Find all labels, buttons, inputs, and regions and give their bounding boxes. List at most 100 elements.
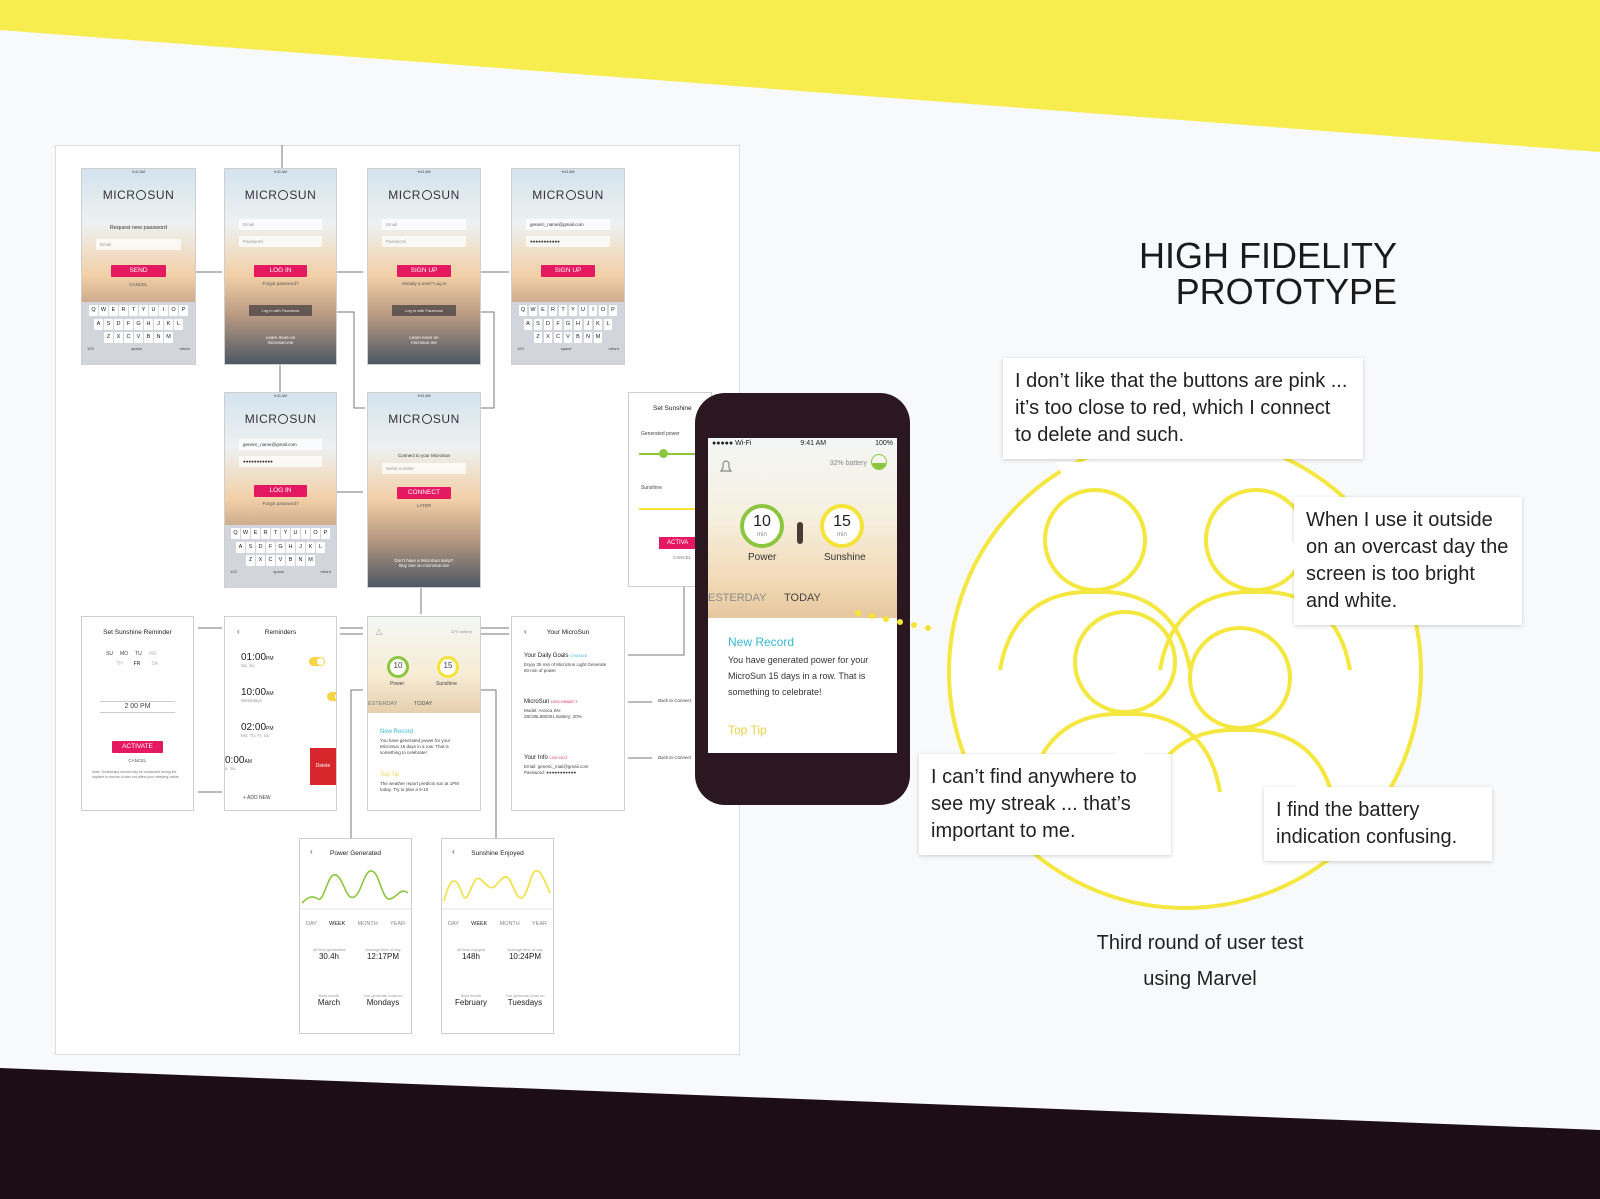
reminder-toggle[interactable] <box>326 692 336 701</box>
key[interactable]: C <box>124 332 133 343</box>
key[interactable]: A <box>523 318 533 330</box>
cancel-link[interactable]: CANCEL <box>82 758 193 763</box>
day-selector-row-1[interactable]: SU MO TU WE <box>106 651 183 657</box>
key[interactable]: Y <box>281 528 290 539</box>
tab-year[interactable]: YEAR <box>390 921 405 927</box>
key[interactable]: G <box>563 318 573 330</box>
key[interactable]: X <box>543 332 553 343</box>
range-tabs[interactable]: DAY WEEK MONTH YEAR <box>306 921 405 927</box>
key[interactable]: G <box>134 318 143 330</box>
password-field[interactable]: ●●●●●●●●●●● <box>526 236 610 247</box>
key[interactable]: G <box>276 541 285 553</box>
key[interactable]: U <box>578 305 588 316</box>
key[interactable]: S <box>104 318 113 330</box>
key[interactable]: A <box>236 541 245 553</box>
tab-week[interactable]: WEEK <box>471 921 487 927</box>
logout-link[interactable]: LOG OUT <box>549 755 567 760</box>
key[interactable]: E <box>109 305 118 316</box>
bell-icon[interactable]: △ <box>376 627 382 636</box>
key[interactable]: C <box>266 555 275 566</box>
key[interactable]: M <box>164 332 173 343</box>
learn-more-link[interactable]: Learn more on microsun.me <box>368 335 480 345</box>
facebook-login-button[interactable]: Log in with Facebook <box>392 305 456 316</box>
key[interactable]: X <box>114 332 123 343</box>
bell-icon[interactable] <box>718 458 734 474</box>
key[interactable]: B <box>573 332 583 343</box>
forgot-password-link[interactable]: Forgot password? <box>225 501 336 506</box>
key[interactable]: S <box>533 318 543 330</box>
keyboard[interactable]: QWERTYUIOP ASDFGHJKL ZXCVBNM 123 space ret… <box>512 302 624 364</box>
reminder-toggle[interactable] <box>309 657 325 666</box>
battery-indicator[interactable]: 32% battery <box>830 460 867 467</box>
key[interactable]: J <box>296 541 305 553</box>
serial-number-field[interactable]: Serial number <box>382 463 466 474</box>
key[interactable]: E <box>251 528 260 539</box>
key[interactable]: L <box>316 541 325 553</box>
key[interactable]: T <box>558 305 568 316</box>
email-field[interactable]: generic_name@gmail.com <box>239 439 322 450</box>
key[interactable]: Q <box>518 305 528 316</box>
learn-more-link[interactable]: Learn more on microsun.me <box>225 335 336 345</box>
key[interactable]: W <box>99 305 108 316</box>
already-user-link[interactable]: Already a user? Log in <box>368 281 480 286</box>
tab-day[interactable]: DAY <box>448 921 459 927</box>
time-picker[interactable]: 2 00 PM <box>100 701 175 713</box>
key[interactable]: W <box>241 528 250 539</box>
email-field[interactable]: Email <box>96 239 181 250</box>
keyboard[interactable]: QWERTYUIOP ASDFGHJKL ZXCVBNM 123 space ret… <box>225 525 336 587</box>
key[interactable]: Y <box>139 305 148 316</box>
change-link[interactable]: CHANGE <box>570 653 587 658</box>
facebook-login-button[interactable]: Log in with Facebook <box>249 305 312 316</box>
disconnect-link[interactable]: DISCONNECT <box>551 699 577 704</box>
key[interactable]: P <box>608 305 618 316</box>
cancel-link[interactable]: CANCEL <box>82 282 195 287</box>
key[interactable]: U <box>149 305 158 316</box>
key[interactable]: V <box>276 555 285 566</box>
key[interactable]: C <box>553 332 563 343</box>
key[interactable]: W <box>528 305 538 316</box>
tab-today[interactable]: TODAY <box>414 701 432 707</box>
key[interactable]: H <box>573 318 583 330</box>
key[interactable]: D <box>256 541 265 553</box>
password-field[interactable]: Password <box>382 236 466 247</box>
key[interactable]: Z <box>246 555 255 566</box>
range-tabs[interactable]: DAY WEEK MONTH YEAR <box>448 921 547 927</box>
key[interactable]: M <box>306 555 315 566</box>
key[interactable]: K <box>164 318 173 330</box>
tab-month[interactable]: MONTH <box>358 921 378 927</box>
tab-yesterday[interactable]: ESTERDAY <box>368 701 397 707</box>
tab-yesterday[interactable]: ESTERDAY <box>708 592 766 604</box>
key[interactable]: R <box>261 528 270 539</box>
signup-button[interactable]: SIGN UP <box>397 265 451 277</box>
battery-indicator[interactable]: 32% battery <box>451 629 472 634</box>
login-button[interactable]: LOG IN <box>254 485 307 497</box>
battery-icon[interactable] <box>871 454 887 470</box>
key[interactable]: N <box>296 555 305 566</box>
sunshine-ring[interactable]: 15 <box>437 656 459 678</box>
connect-button[interactable]: CONNECT <box>397 487 451 499</box>
key[interactable]: L <box>603 318 613 330</box>
key[interactable]: F <box>124 318 133 330</box>
buy-lamp-link[interactable]: Don't have a MicroSun lamp? Buy one on m… <box>368 558 480 568</box>
key[interactable]: H <box>286 541 295 553</box>
login-button[interactable]: LOG IN <box>254 265 307 277</box>
key[interactable]: P <box>179 305 188 316</box>
key[interactable]: O <box>598 305 608 316</box>
key[interactable]: Y <box>568 305 578 316</box>
key[interactable]: B <box>144 332 153 343</box>
key[interactable]: B <box>286 555 295 566</box>
tab-month[interactable]: MONTH <box>500 921 520 927</box>
key[interactable]: X <box>256 555 265 566</box>
key[interactable]: Z <box>104 332 113 343</box>
password-field[interactable]: Password <box>239 236 322 247</box>
email-field[interactable]: Email <box>382 219 466 230</box>
key[interactable]: Q <box>89 305 98 316</box>
key[interactable]: Q <box>231 528 240 539</box>
send-button[interactable]: SEND <box>111 265 166 277</box>
signup-button[interactable]: SIGN UP <box>541 265 595 277</box>
slider-handle[interactable] <box>659 449 668 458</box>
tab-week[interactable]: WEEK <box>329 921 345 927</box>
email-field[interactable]: Email <box>239 219 322 230</box>
delete-button[interactable]: Delete <box>310 748 336 785</box>
key[interactable]: D <box>543 318 553 330</box>
